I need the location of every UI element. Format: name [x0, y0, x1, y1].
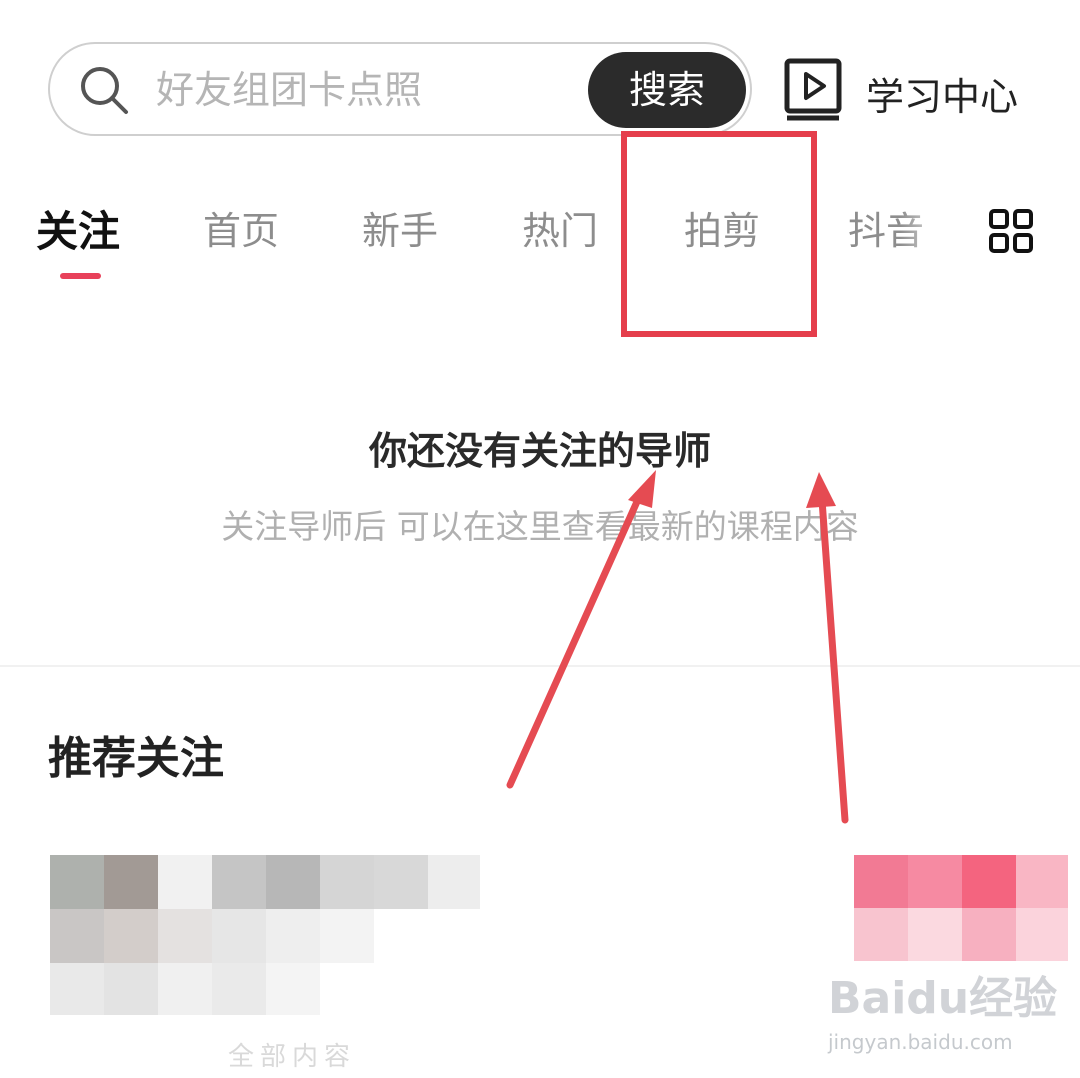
watermark-url: jingyan.baidu.com	[828, 1030, 1013, 1054]
annotation-arrows	[506, 470, 849, 824]
